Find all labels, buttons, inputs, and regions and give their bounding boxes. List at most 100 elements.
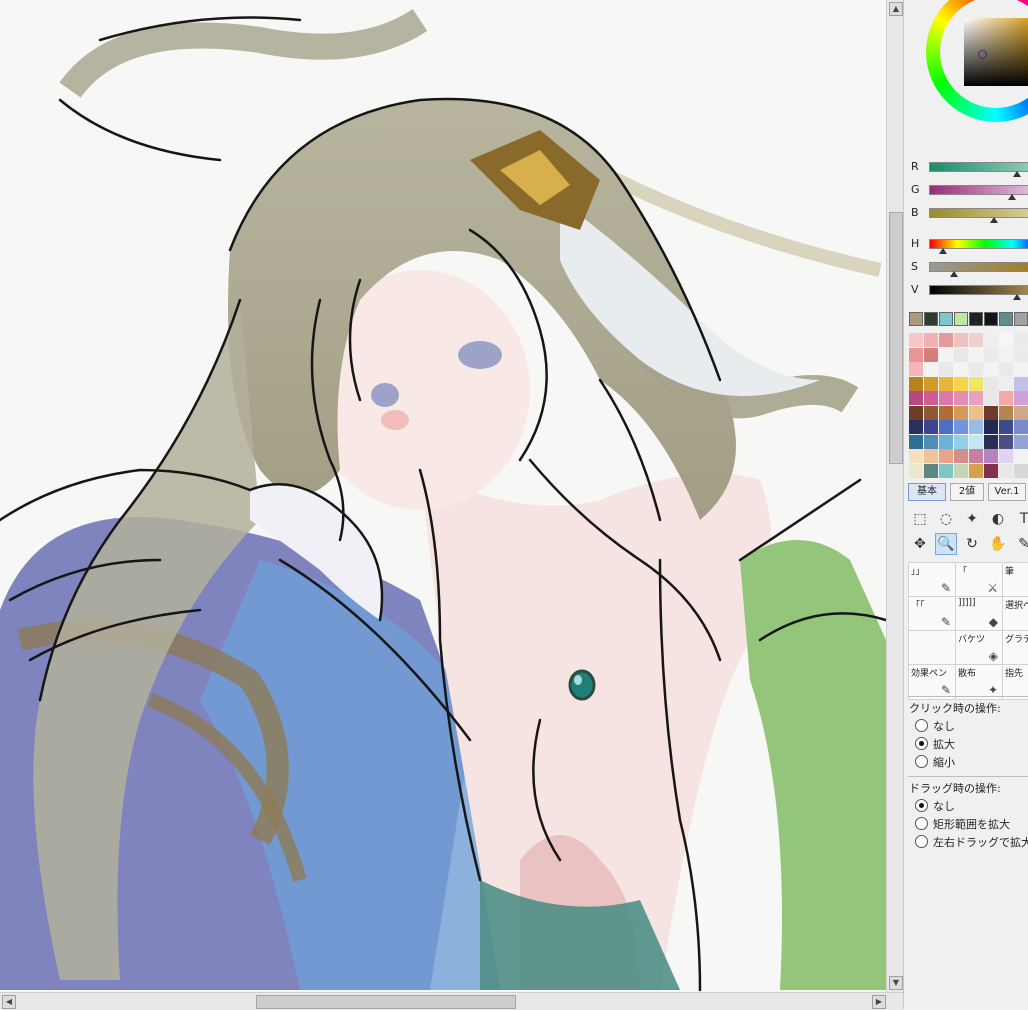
slider-handle-icon[interactable] <box>939 248 947 254</box>
radio-button[interactable] <box>915 799 928 812</box>
slider-track[interactable] <box>929 208 1028 218</box>
color-swatch[interactable] <box>939 362 953 376</box>
slider-handle-icon[interactable] <box>1013 294 1021 300</box>
vertical-scrollbar[interactable]: ▲ ▼ <box>886 0 904 992</box>
slider-track[interactable] <box>929 262 1028 272</box>
brush-slot[interactable]: バケツ ◈ <box>955 630 1003 666</box>
slider-b[interactable]: B <box>909 204 1028 226</box>
color-swatch[interactable] <box>999 405 1013 420</box>
color-swatch[interactable] <box>999 420 1013 434</box>
lasso-tool-icon[interactable]: ◌ <box>935 508 957 530</box>
rect-select-tool-icon[interactable]: ⬚ <box>909 508 931 530</box>
radio-button[interactable] <box>915 817 928 830</box>
color-swatch[interactable] <box>909 362 923 376</box>
radio-button[interactable] <box>915 737 928 750</box>
color-swatch[interactable] <box>954 434 968 449</box>
radio-button[interactable] <box>915 835 928 848</box>
color-swatch[interactable] <box>924 420 938 434</box>
color-swatch[interactable] <box>969 391 983 405</box>
current-color-swatch[interactable] <box>984 312 998 326</box>
click-action-option[interactable]: なし <box>915 718 1028 734</box>
vertical-scroll-thumb[interactable] <box>889 212 903 464</box>
color-swatch[interactable] <box>924 405 938 420</box>
color-swatch[interactable] <box>909 434 923 449</box>
color-swatch[interactable] <box>909 449 923 463</box>
slider-handle-icon[interactable] <box>1013 171 1021 177</box>
color-swatch[interactable] <box>984 362 998 376</box>
color-swatch[interactable] <box>999 333 1013 347</box>
tab-ver1[interactable]: Ver.1 <box>988 483 1026 501</box>
color-swatch[interactable] <box>999 347 1013 362</box>
color-swatch[interactable] <box>1014 333 1028 347</box>
scroll-up-arrow-icon[interactable]: ▲ <box>889 2 903 16</box>
horizontal-scroll-thumb[interactable] <box>256 995 516 1009</box>
current-color-swatch[interactable] <box>939 312 953 326</box>
color-swatch[interactable] <box>924 362 938 376</box>
color-swatch[interactable] <box>939 463 953 478</box>
color-swatch[interactable] <box>984 333 998 347</box>
slider-handle-icon[interactable] <box>990 217 998 223</box>
color-swatch[interactable] <box>924 391 938 405</box>
brush-slot[interactable]: 散布 ✦ <box>955 664 1003 700</box>
color-swatch[interactable] <box>999 449 1013 463</box>
color-picker-cursor[interactable] <box>978 50 987 59</box>
color-swatch[interactable] <box>909 405 923 420</box>
color-swatch[interactable] <box>969 362 983 376</box>
color-swatch[interactable] <box>1014 376 1028 391</box>
color-swatch[interactable] <box>969 434 983 449</box>
drawing-canvas[interactable] <box>0 0 886 992</box>
zoom-tool-icon[interactable]: 🔍 <box>935 533 957 555</box>
color-swatch[interactable] <box>909 420 923 434</box>
color-swatch[interactable] <box>939 420 953 434</box>
color-swatch[interactable] <box>939 405 953 420</box>
color-swatch[interactable] <box>909 376 923 391</box>
color-swatch[interactable] <box>1014 391 1028 405</box>
current-color-swatch[interactable] <box>1014 312 1028 326</box>
color-swatch[interactable] <box>999 362 1013 376</box>
color-swatch[interactable] <box>939 391 953 405</box>
current-color-swatch[interactable] <box>999 312 1013 326</box>
radio-button[interactable] <box>915 719 928 732</box>
brush-slot[interactable]: 効果ペン ✎ <box>908 664 956 700</box>
scroll-left-arrow-icon[interactable]: ◀ <box>2 995 16 1009</box>
color-swatch[interactable] <box>924 434 938 449</box>
color-swatch[interactable] <box>909 347 923 362</box>
brush-slot[interactable]: 「「 ✎ <box>908 596 956 632</box>
scroll-right-arrow-icon[interactable]: ▶ <box>872 995 886 1009</box>
color-swatch[interactable] <box>954 376 968 391</box>
color-swatch[interactable] <box>939 434 953 449</box>
scroll-down-arrow-icon[interactable]: ▼ <box>889 976 903 990</box>
drag-action-option[interactable]: なし <box>915 798 1028 814</box>
color-wheel[interactable] <box>926 0 1028 122</box>
color-swatch[interactable] <box>999 434 1013 449</box>
brush-slot[interactable]: 筆✎ <box>1002 562 1028 598</box>
color-swatch[interactable] <box>954 391 968 405</box>
color-swatch[interactable] <box>999 391 1013 405</box>
color-swatch[interactable] <box>1014 420 1028 434</box>
color-swatch[interactable] <box>984 420 998 434</box>
horizontal-scrollbar[interactable]: ◀ ▶ <box>0 992 903 1010</box>
color-swatch[interactable] <box>984 391 998 405</box>
color-swatch[interactable] <box>984 405 998 420</box>
current-color-swatch[interactable] <box>969 312 983 326</box>
color-swatch[interactable] <box>954 449 968 463</box>
current-color-swatch[interactable] <box>909 312 923 326</box>
color-swatch[interactable] <box>909 463 923 478</box>
brush-slot[interactable]: ]]]]] ◆ <box>955 596 1003 632</box>
color-swatch[interactable] <box>969 347 983 362</box>
text-tool-icon[interactable]: T <box>1013 508 1028 530</box>
brush-slot[interactable]: グラデーション■ <box>1002 630 1028 666</box>
color-swatch[interactable] <box>939 376 953 391</box>
color-swatch[interactable] <box>969 463 983 478</box>
slider-v[interactable]: V <box>909 281 1028 303</box>
color-swatch[interactable] <box>1014 362 1028 376</box>
tab-binary[interactable]: 2値 <box>950 483 984 501</box>
color-swatch[interactable] <box>969 420 983 434</box>
color-swatch[interactable] <box>954 333 968 347</box>
color-swatch[interactable] <box>1014 347 1028 362</box>
color-swatch[interactable] <box>984 449 998 463</box>
current-color-swatch[interactable] <box>954 312 968 326</box>
color-swatch[interactable] <box>999 376 1013 391</box>
brush-slot[interactable]: 選択ペ✎ <box>1002 596 1028 632</box>
slider-r[interactable]: R <box>909 158 1028 180</box>
